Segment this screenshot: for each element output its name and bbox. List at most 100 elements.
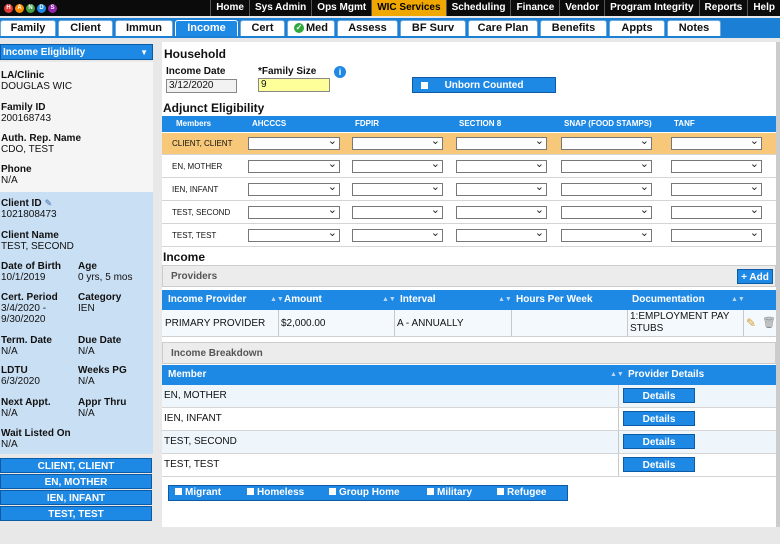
tab-assess[interactable]: Assess: [337, 20, 398, 36]
pencil-icon[interactable]: ✎: [45, 198, 53, 209]
member-button[interactable]: IEN, INFANT: [0, 490, 152, 505]
provider-name: PRIMARY PROVIDER: [165, 318, 266, 329]
col-member[interactable]: Member: [168, 365, 206, 385]
section-selector[interactable]: Income Eligibility ▼: [0, 44, 153, 60]
fdpir-select[interactable]: [352, 157, 443, 173]
ahcccs-select[interactable]: [248, 203, 340, 219]
tab-immun[interactable]: Immun: [115, 20, 173, 36]
weeks-pg-value: N/A: [78, 376, 95, 387]
col-income-provider[interactable]: Income Provider: [168, 290, 246, 310]
tanf-select[interactable]: [671, 157, 762, 173]
col-divider: [743, 310, 744, 337]
tab-notes[interactable]: Notes: [667, 20, 721, 36]
details-button[interactable]: Details: [623, 388, 695, 403]
refugee-checkbox[interactable]: Refugee: [497, 486, 546, 500]
info-icon[interactable]: i: [334, 66, 346, 78]
fdpir-select[interactable]: [352, 180, 443, 196]
income-date-field[interactable]: 3/12/2020: [166, 79, 237, 93]
family-size-field[interactable]: 9: [258, 78, 330, 92]
member-button[interactable]: CLIENT, CLIENT: [0, 458, 152, 473]
ldtu-label: LDTU: [1, 365, 28, 376]
tab-family[interactable]: Family: [0, 20, 56, 36]
col-provider-details[interactable]: Provider Details: [628, 365, 704, 385]
sort-icon[interactable]: ▲▼: [270, 290, 284, 310]
details-button[interactable]: Details: [623, 457, 695, 472]
add-provider-button[interactable]: + Add: [737, 269, 773, 284]
col-interval[interactable]: Interval: [400, 290, 436, 310]
app-logo: H A N D S: [0, 0, 78, 16]
ahcccs-select[interactable]: [248, 157, 340, 173]
menu-sys-admin[interactable]: Sys Admin: [248, 0, 311, 16]
tab-client[interactable]: Client: [58, 20, 113, 36]
snap-select[interactable]: [561, 203, 652, 219]
col-divider: [618, 431, 619, 453]
tanf-select[interactable]: [671, 180, 762, 196]
la-clinic-value: DOUGLAS WIC: [1, 81, 73, 92]
tanf-select[interactable]: [671, 134, 762, 150]
migrant-checkbox[interactable]: Migrant: [175, 486, 221, 500]
snap-select[interactable]: [561, 180, 652, 196]
homeless-checkbox[interactable]: Homeless: [247, 486, 304, 500]
logo-letter: D: [37, 3, 46, 13]
unborn-counted-toggle[interactable]: Unborn Counted: [412, 77, 556, 93]
fdpir-select[interactable]: [352, 226, 443, 242]
section8-select[interactable]: [456, 226, 547, 242]
menu-program-integrity[interactable]: Program Integrity: [604, 0, 698, 16]
col-amount[interactable]: Amount: [284, 290, 322, 310]
ahcccs-select[interactable]: [248, 134, 340, 150]
col-hours-per-week[interactable]: Hours Per Week: [516, 290, 593, 310]
income-date-label: Income Date: [166, 66, 226, 77]
sort-icon[interactable]: ▲▼: [498, 290, 512, 310]
tab-appts[interactable]: Appts: [609, 20, 665, 36]
sort-icon[interactable]: ▲▼: [731, 290, 745, 310]
breakdown-row: IEN, INFANT Details: [162, 408, 776, 431]
member-button[interactable]: TEST, TEST: [0, 506, 152, 521]
menu-vendor[interactable]: Vendor: [559, 0, 604, 16]
tab-cert[interactable]: Cert: [240, 20, 285, 36]
menu-ops-mgmt[interactable]: Ops Mgmt: [311, 0, 371, 16]
fdpir-select[interactable]: [352, 134, 443, 150]
age-label: Age: [78, 261, 97, 272]
menu-finance[interactable]: Finance: [510, 0, 559, 16]
tanf-select[interactable]: [671, 226, 762, 242]
tanf-select[interactable]: [671, 203, 762, 219]
menu-wic-services[interactable]: WIC Services: [371, 0, 446, 16]
col-documentation[interactable]: Documentation: [632, 290, 705, 310]
edit-icon[interactable]: ✎: [746, 316, 756, 330]
group-home-checkbox[interactable]: Group Home: [329, 486, 400, 500]
vertical-scrollbar[interactable]: [776, 42, 780, 527]
fdpir-select[interactable]: [352, 203, 443, 219]
details-button[interactable]: Details: [623, 411, 695, 426]
snap-select[interactable]: [561, 157, 652, 173]
trash-icon[interactable]: 🗑: [762, 316, 776, 329]
checkbox-icon: [497, 488, 504, 495]
snap-select[interactable]: [561, 226, 652, 242]
details-button[interactable]: Details: [623, 434, 695, 449]
section8-select[interactable]: [456, 157, 547, 173]
section8-select[interactable]: [456, 134, 547, 150]
cert-period-start: 3/4/2020 -: [1, 303, 47, 314]
sort-icon[interactable]: ▲▼: [382, 290, 396, 310]
member-button[interactable]: EN, MOTHER: [0, 474, 152, 489]
snap-select[interactable]: [561, 134, 652, 150]
wait-listed-value: N/A: [1, 439, 18, 450]
ahcccs-select[interactable]: [248, 180, 340, 196]
checkbox-icon: [329, 488, 336, 495]
menu-scheduling[interactable]: Scheduling: [445, 0, 511, 16]
col-tanf: TANF: [674, 119, 695, 128]
menu-reports[interactable]: Reports: [698, 0, 748, 16]
dob-label: Date of Birth: [1, 261, 61, 272]
tab-income[interactable]: Income: [175, 20, 238, 36]
section8-select[interactable]: [456, 180, 547, 196]
tab-med[interactable]: ✓ Med: [287, 20, 335, 36]
tab-care-plan[interactable]: Care Plan: [468, 20, 538, 36]
menu-help[interactable]: Help: [747, 0, 780, 16]
tab-benefits[interactable]: Benefits: [540, 20, 607, 36]
ahcccs-select[interactable]: [248, 226, 340, 242]
military-checkbox[interactable]: Military: [427, 486, 472, 500]
sort-icon[interactable]: ▲▼: [610, 365, 624, 385]
section8-select[interactable]: [456, 203, 547, 219]
tab-bf-surv[interactable]: BF Surv: [400, 20, 466, 36]
menu-home[interactable]: Home: [210, 0, 249, 16]
client-id-label: Client ID: [1, 198, 42, 209]
